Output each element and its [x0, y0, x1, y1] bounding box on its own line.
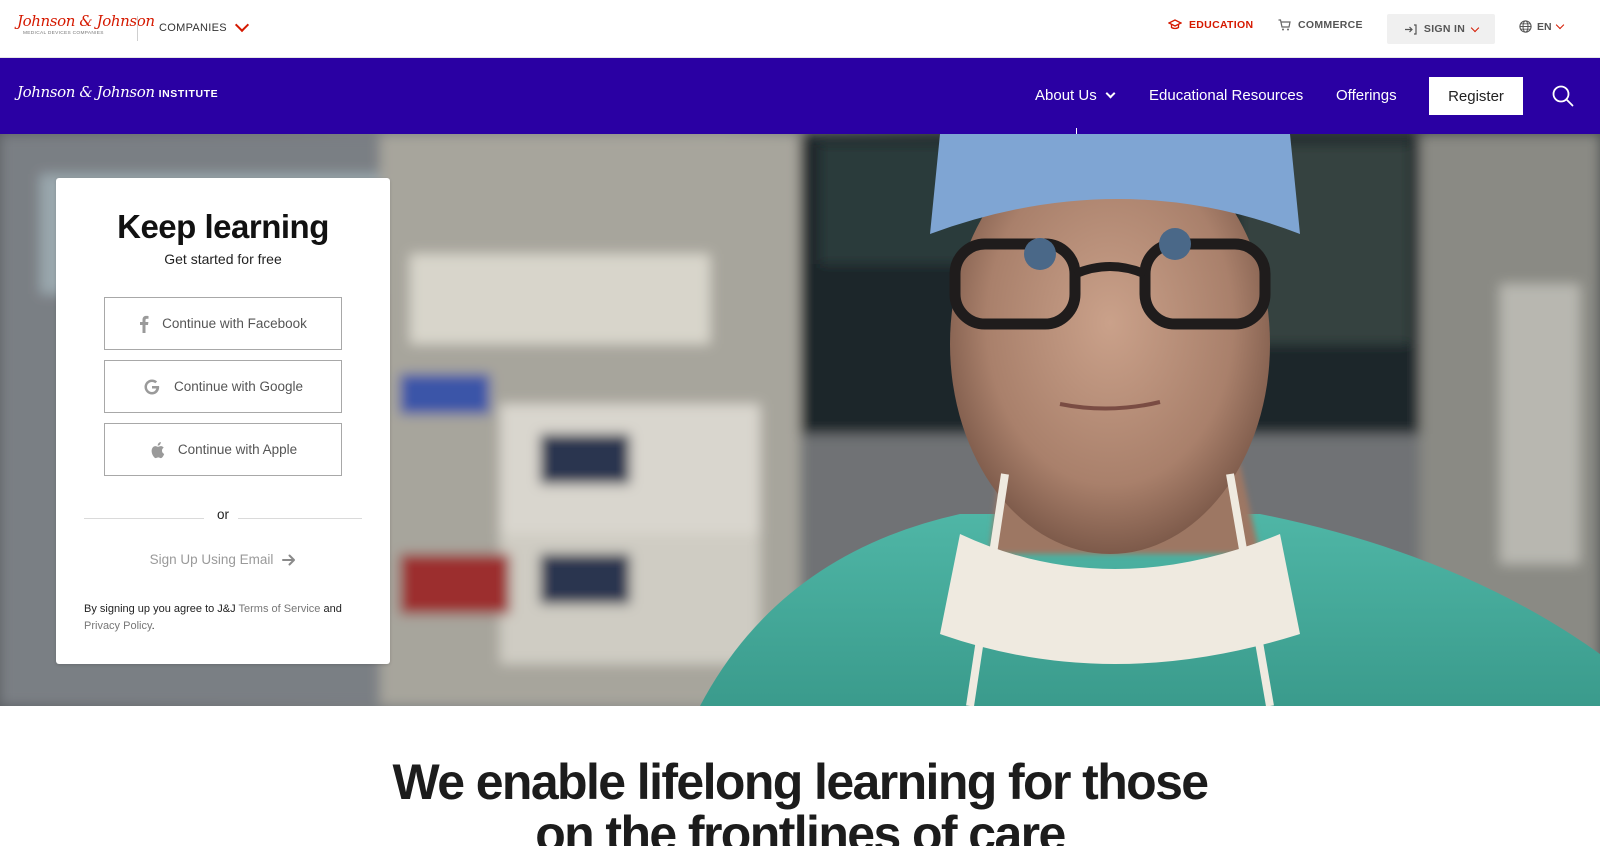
- jnj-medical-devices-logo[interactable]: Johnson & Johnson MEDICAL DEVICES COMPAN…: [17, 13, 155, 36]
- sign-in-button[interactable]: SIGN IN: [1387, 14, 1495, 44]
- cart-icon: [1278, 19, 1291, 31]
- chevron-down-icon: [1470, 23, 1480, 32]
- facebook-icon: [140, 315, 149, 333]
- commerce-link[interactable]: COMMERCE: [1278, 19, 1363, 31]
- nav-offerings[interactable]: Offerings: [1336, 87, 1397, 104]
- logo-subtitle: MEDICAL DEVICES COMPANIES: [23, 31, 104, 36]
- institute-logo-script: Johnson & Johnson: [17, 83, 155, 101]
- utility-bar: Johnson & Johnson MEDICAL DEVICES COMPAN…: [0, 0, 1600, 58]
- chevron-down-icon: [1555, 20, 1564, 30]
- terms-suffix: .: [151, 620, 155, 632]
- search-icon: [1552, 85, 1574, 107]
- sign-in-label: SIGN IN: [1423, 23, 1466, 35]
- headline-line-2: on the frontlines of care: [535, 806, 1066, 846]
- signup-title: Keep learning: [117, 208, 329, 245]
- register-button[interactable]: Register: [1429, 77, 1523, 115]
- google-label: Continue with Google: [173, 379, 304, 394]
- search-button[interactable]: [1551, 84, 1575, 108]
- jnj-institute-logo[interactable]: Johnson & Johnson INSTITUTE: [17, 83, 218, 101]
- apple-icon: [151, 441, 165, 458]
- language-selector[interactable]: EN: [1519, 20, 1564, 33]
- google-icon: [144, 379, 160, 394]
- terms-prefix: By signing up you agree to J&J: [84, 603, 236, 615]
- mission-headline: We enable lifelong learning for those on…: [0, 756, 1600, 846]
- companies-dropdown[interactable]: COMPANIES: [159, 17, 249, 34]
- language-label: EN: [1537, 20, 1552, 33]
- nav-educational-resources[interactable]: Educational Resources: [1149, 87, 1303, 104]
- main-navigation: Johnson & Johnson INSTITUTE About Us Edu…: [0, 58, 1600, 134]
- institute-logo-label: INSTITUTE: [158, 88, 219, 100]
- facebook-label: Continue with Facebook: [162, 316, 307, 331]
- continue-with-apple-button[interactable]: Continue with Apple: [104, 423, 342, 476]
- terms-notice: By signing up you agree to J&J Terms of …: [84, 601, 374, 635]
- globe-icon: [1519, 20, 1532, 33]
- education-link[interactable]: EDUCATION: [1168, 19, 1253, 31]
- email-signup-label: Sign Up Using Email: [149, 552, 274, 567]
- terms-of-service-link[interactable]: Terms of Service: [239, 603, 321, 615]
- education-label: EDUCATION: [1189, 19, 1254, 31]
- sign-up-email-link[interactable]: Sign Up Using Email: [56, 552, 390, 567]
- continue-with-google-button[interactable]: Continue with Google: [104, 360, 342, 413]
- logo-divider: [137, 16, 138, 41]
- companies-label: COMPANIES: [159, 22, 227, 34]
- signup-card: Keep learning Get started for free Conti…: [56, 178, 390, 664]
- privacy-policy-link[interactable]: Privacy Policy: [84, 620, 152, 632]
- apple-label: Continue with Apple: [177, 442, 298, 457]
- logo-script: Johnson & Johnson: [17, 12, 155, 30]
- arrow-right-icon: [282, 554, 296, 565]
- divider-line-right: [238, 518, 362, 519]
- headline-line-1: We enable lifelong learning for those: [392, 754, 1210, 810]
- graduation-cap-icon: [1168, 19, 1182, 30]
- chevron-down-icon: [1105, 88, 1116, 98]
- commerce-label: COMMERCE: [1298, 19, 1363, 31]
- signup-subtitle: Get started for free: [164, 251, 282, 267]
- sign-in-icon: [1404, 23, 1417, 35]
- nav-about-us[interactable]: About Us: [1035, 87, 1116, 104]
- terms-and: and: [323, 603, 342, 615]
- or-separator: or: [216, 507, 229, 522]
- chevron-down-icon: [234, 17, 249, 33]
- continue-with-facebook-button[interactable]: Continue with Facebook: [104, 297, 342, 350]
- nav-about-us-label: About Us: [1035, 87, 1097, 104]
